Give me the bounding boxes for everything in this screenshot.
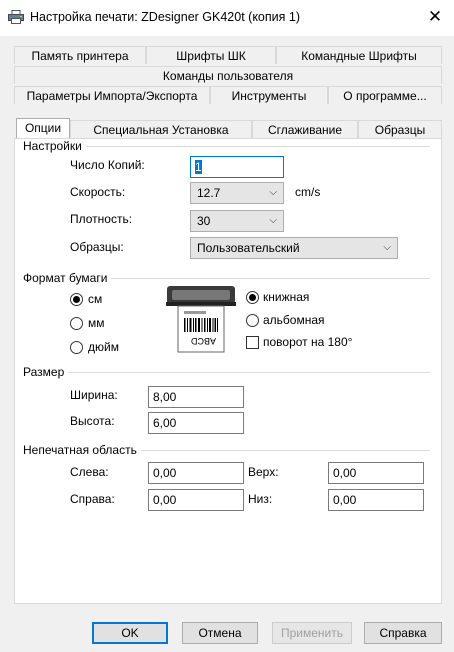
width-value: 8,00: [153, 390, 177, 404]
speed-unit: cm/s: [295, 185, 321, 199]
unit-inch-label: дюйм: [88, 340, 119, 354]
chevron-down-icon: ⌵: [269, 187, 277, 198]
rotate-180-label: поворот на 180°: [263, 335, 353, 349]
tab-barcode-fonts[interactable]: Шрифты ШК: [146, 46, 276, 64]
chevron-down-icon: ⌵: [269, 215, 277, 226]
tab-tools[interactable]: Инструменты: [210, 86, 328, 104]
tab-stocks[interactable]: Образцы: [358, 120, 442, 138]
speed-value: 12.7: [197, 186, 221, 200]
tab-label: Параметры Импорта/Экспорта: [26, 89, 198, 103]
cancel-button[interactable]: Отмена: [182, 622, 258, 644]
unit-mm-label: мм: [88, 316, 105, 330]
unit-inch-radio[interactable]: [70, 341, 83, 354]
margin-right-input[interactable]: 0,00: [148, 489, 244, 511]
rotate-180-checkbox[interactable]: [246, 336, 259, 349]
tab-label: Инструменты: [231, 89, 307, 103]
darkness-select[interactable]: 30 ⌵: [190, 210, 284, 232]
margin-left-label: Слева:: [70, 465, 109, 479]
tab-label: Сглаживание: [267, 123, 343, 137]
speed-label: Скорость:: [70, 185, 126, 199]
apply-button-label: Применить: [280, 626, 343, 640]
margin-top-input[interactable]: 0,00: [328, 462, 424, 484]
tab-command-fonts[interactable]: Командные Шрифты: [276, 46, 442, 64]
speed-select[interactable]: 12.7 ⌵: [190, 182, 284, 204]
orientation-landscape-label: альбомная: [263, 313, 325, 327]
margin-left-value: 0,00: [153, 466, 177, 480]
stocks-select[interactable]: Пользовательский ⌵: [190, 237, 398, 259]
apply-button[interactable]: Применить: [272, 622, 352, 644]
tab-printer-memory[interactable]: Память принтера: [14, 46, 146, 64]
margin-bottom-input[interactable]: 0,00: [328, 489, 424, 511]
options-panel: [14, 138, 442, 604]
unprintable-group-title: Непечатная область: [23, 443, 141, 457]
label-preview-text: ABCD: [191, 336, 217, 346]
settings-group-title: Настройки: [23, 139, 86, 153]
width-label: Ширина:: [70, 388, 118, 402]
margin-right-label: Справа:: [70, 492, 115, 506]
unit-cm-radio[interactable]: [70, 293, 83, 306]
margin-top-label: Верх:: [248, 465, 279, 479]
window-title: Настройка печати: ZDesigner GK420t (копи…: [30, 10, 300, 24]
ok-button[interactable]: OK: [92, 622, 168, 644]
tab-label: О программе...: [343, 89, 427, 103]
tab-import-export[interactable]: Параметры Импорта/Экспорта: [14, 86, 210, 104]
darkness-value: 30: [197, 214, 211, 228]
tab-label: Командные Шрифты: [301, 49, 417, 63]
paper-format-group-title: Формат бумаги: [23, 271, 112, 285]
close-icon[interactable]: ✕: [424, 7, 446, 27]
margin-bottom-label: Низ:: [248, 492, 273, 506]
width-input[interactable]: 8,00: [148, 386, 244, 408]
tab-label: Образцы: [374, 123, 426, 137]
help-button-label: Справка: [379, 626, 427, 640]
stocks-label: Образцы:: [70, 240, 124, 254]
group-divider: [24, 372, 430, 373]
margin-right-value: 0,00: [153, 493, 177, 507]
tab-label: Команды пользователя: [162, 69, 294, 83]
darkness-label: Плотность:: [70, 212, 133, 226]
tab-options[interactable]: Опции: [16, 118, 70, 138]
printer-icon: [8, 10, 24, 24]
margin-bottom-value: 0,00: [333, 493, 357, 507]
copies-value: 1: [195, 160, 202, 174]
tab-user-commands[interactable]: Команды пользователя: [14, 66, 442, 84]
size-group-title: Размер: [23, 365, 69, 379]
tab-label: Специальная Установка: [93, 123, 229, 137]
height-input[interactable]: 6,00: [148, 412, 244, 434]
height-label: Высота:: [70, 414, 115, 428]
tab-label: Шрифты ШК: [176, 49, 246, 63]
height-value: 6,00: [153, 416, 177, 430]
tab-special-setup[interactable]: Специальная Установка: [70, 120, 252, 138]
label-preview-image: ABCD: [164, 284, 238, 354]
copies-input[interactable]: 1: [190, 156, 284, 178]
tab-label: Память принтера: [31, 49, 129, 63]
tab-dithering[interactable]: Сглаживание: [252, 120, 358, 138]
unit-mm-radio[interactable]: [70, 317, 83, 330]
stocks-value: Пользовательский: [197, 241, 300, 255]
help-button[interactable]: Справка: [364, 622, 442, 644]
copies-label: Число Копий:: [70, 158, 145, 172]
orientation-landscape-radio[interactable]: [246, 314, 259, 327]
cancel-button-label: Отмена: [198, 626, 242, 640]
tab-label: Опции: [24, 121, 62, 135]
margin-top-value: 0,00: [333, 466, 357, 480]
unit-cm-label: см: [88, 292, 103, 306]
chevron-down-icon: ⌵: [383, 242, 391, 253]
title-bar: Настройка печати: ZDesigner GK420t (копи…: [0, 0, 454, 36]
ok-button-label: OK: [121, 626, 139, 640]
margin-left-input[interactable]: 0,00: [148, 462, 244, 484]
tab-about[interactable]: О программе...: [328, 86, 442, 104]
orientation-portrait-radio[interactable]: [246, 291, 259, 304]
orientation-portrait-label: книжная: [263, 290, 310, 304]
